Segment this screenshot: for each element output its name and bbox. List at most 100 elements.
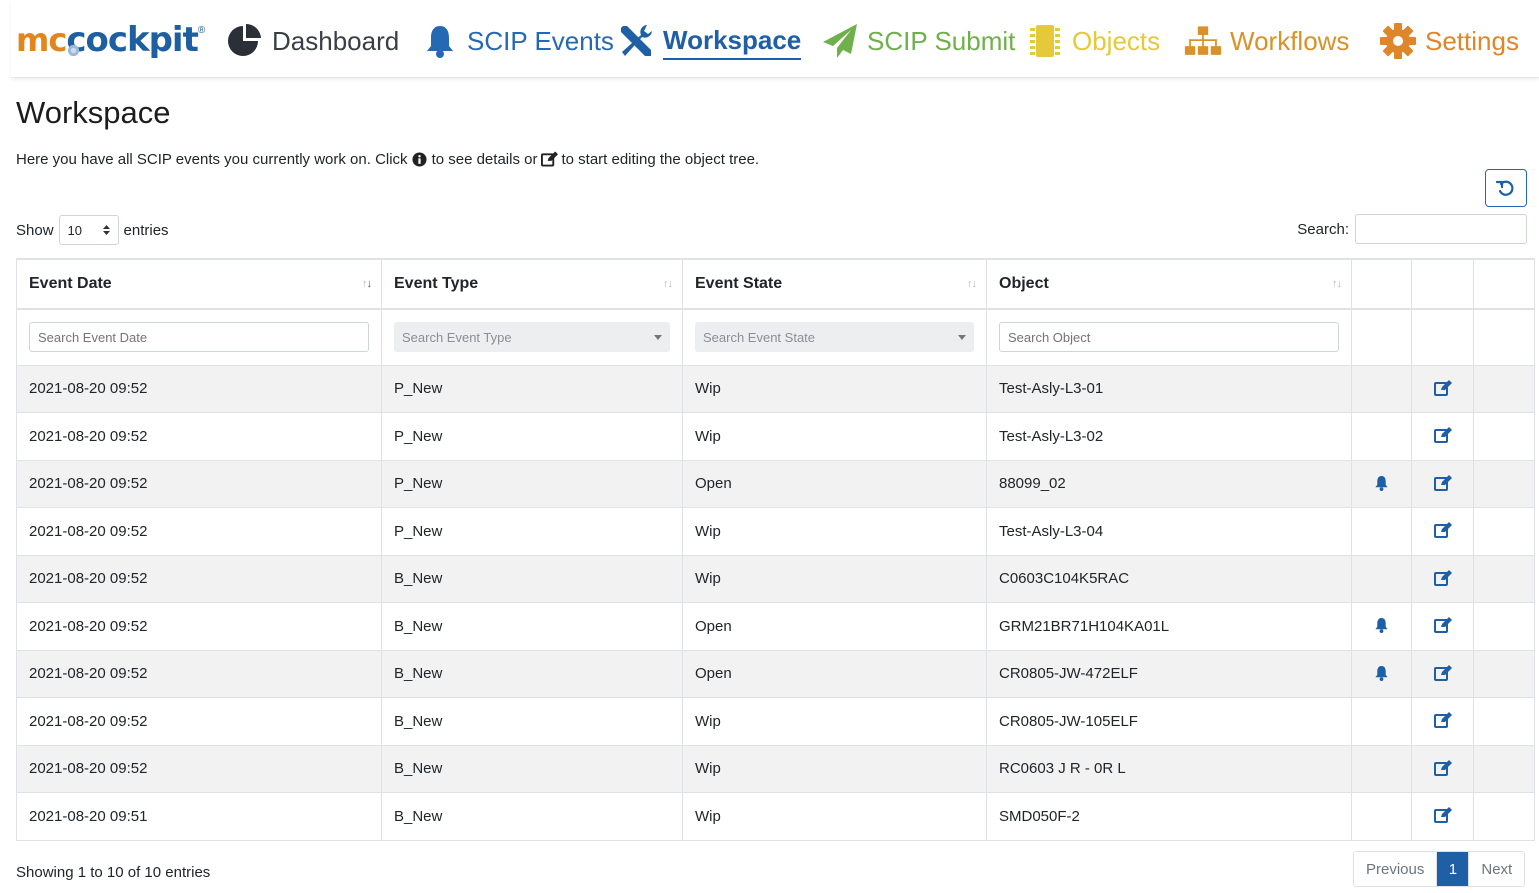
- cell-extra: [1473, 459, 1535, 508]
- nav-scip-submit[interactable]: SCIP Submit: [821, 18, 1015, 64]
- global-search: Search:: [1297, 214, 1527, 244]
- previous-page-button[interactable]: Previous: [1354, 852, 1437, 886]
- table-row[interactable]: 2021-08-20 09:52 P_New Wip Test-Asly-L3-01: [16, 364, 1535, 413]
- sitemap-icon: [1184, 22, 1222, 60]
- filter-event-state-select[interactable]: Search Event State: [695, 322, 974, 353]
- cell-event-type: P_New: [381, 507, 683, 556]
- cell-event-state: Wip: [682, 507, 987, 556]
- filter-cell-object: [986, 308, 1352, 366]
- table-row[interactable]: 2021-08-20 09:52 B_New Wip C0603C104K5RAC: [16, 554, 1535, 603]
- table-row[interactable]: 2021-08-20 09:52 P_New Open 88099_02: [16, 459, 1535, 508]
- table-row[interactable]: 2021-08-20 09:52 B_New Open GRM21BR71H104KA…: [16, 602, 1535, 651]
- nav-workflows[interactable]: Workflows: [1184, 18, 1349, 64]
- tools-icon: [617, 22, 655, 60]
- nav-dashboard[interactable]: Dashboard: [226, 18, 399, 64]
- column-header-object[interactable]: Object ↑↓: [986, 258, 1352, 310]
- nav-workspace-label: Workspace: [663, 23, 802, 60]
- cell-edit: [1411, 602, 1474, 651]
- dropdown-caret-icon: [654, 334, 662, 340]
- edit-icon[interactable]: [1433, 663, 1453, 683]
- filter-event-type-select[interactable]: Search Event Type: [394, 322, 670, 353]
- refresh-button[interactable]: [1485, 169, 1527, 207]
- cell-edit: [1411, 554, 1474, 603]
- bell-icon[interactable]: [1372, 663, 1392, 683]
- table-row[interactable]: 2021-08-20 09:52 P_New Wip Test-Asly-L3-04: [16, 507, 1535, 556]
- filter-cell-empty: [1473, 308, 1535, 366]
- edit-icon[interactable]: [1433, 473, 1453, 493]
- column-header-label: Event Type: [394, 275, 479, 292]
- nav-workspace[interactable]: Workspace: [617, 18, 802, 64]
- edit-icon[interactable]: [1433, 568, 1453, 588]
- filter-event-type-placeholder: Search Event Type: [402, 329, 512, 345]
- logo-mc-text: mc: [16, 21, 67, 59]
- pagination: Previous 1 Next: [1353, 851, 1526, 887]
- sort-icon: ↑↓: [967, 278, 977, 290]
- cell-extra: [1473, 649, 1535, 698]
- nav-dashboard-label: Dashboard: [272, 26, 400, 56]
- filter-cell-event-date: [16, 308, 382, 366]
- filter-event-date-input[interactable]: [29, 322, 369, 353]
- description-text-2: to see details or: [431, 150, 538, 168]
- column-header-event-state[interactable]: Event State ↑↓: [682, 258, 987, 310]
- mccockpit-logo[interactable]: mc cockpit ®: [16, 18, 205, 62]
- cell-extra: [1473, 697, 1535, 746]
- table-row[interactable]: 2021-08-20 09:52 B_New Wip RC0603 J R - 0R …: [16, 744, 1535, 793]
- column-header-label: Event Date: [29, 275, 112, 292]
- edit-icon[interactable]: [1433, 710, 1453, 730]
- cell-event-type: B_New: [381, 602, 683, 651]
- edit-icon[interactable]: [1433, 805, 1453, 825]
- column-header-edit: [1411, 258, 1474, 310]
- cell-notification: [1351, 364, 1412, 413]
- cell-extra: [1473, 507, 1535, 556]
- edit-icon[interactable]: [1433, 758, 1453, 778]
- cell-event-state: Wip: [682, 412, 987, 461]
- current-page-button[interactable]: 1: [1436, 852, 1469, 886]
- table-info: Showing 1 to 10 of 10 entries: [16, 864, 211, 881]
- cell-object: Test-Asly-L3-04: [986, 507, 1352, 556]
- search-input[interactable]: [1355, 214, 1527, 244]
- next-page-button[interactable]: Next: [1468, 852, 1525, 886]
- cell-event-type: B_New: [381, 744, 683, 793]
- cell-event-type: B_New: [381, 792, 683, 841]
- column-header-event-type[interactable]: Event Type ↑↓: [381, 258, 683, 310]
- filter-event-state-placeholder: Search Event State: [703, 329, 816, 345]
- cell-event-date: 2021-08-20 09:52: [16, 412, 382, 461]
- logo-globe-icon: [67, 44, 80, 57]
- sort-icon: ↑↓: [663, 278, 673, 290]
- nav-scip-events[interactable]: SCIP Events: [421, 18, 614, 64]
- column-header-event-date[interactable]: Event Date ↑↓: [16, 258, 382, 310]
- edit-icon[interactable]: [1433, 520, 1453, 540]
- table-row[interactable]: 2021-08-20 09:52 B_New Wip CR0805-JW-105ELF: [16, 697, 1535, 746]
- info-circle-icon: [411, 150, 429, 168]
- nav-settings[interactable]: Settings: [1379, 18, 1519, 64]
- sort-arrows-icon: [102, 225, 110, 235]
- cell-extra: [1473, 744, 1535, 793]
- filter-cell-empty: [1411, 308, 1474, 366]
- cell-event-type: B_New: [381, 649, 683, 698]
- edit-icon[interactable]: [1433, 615, 1453, 635]
- cell-notification: [1351, 744, 1412, 793]
- cell-edit: [1411, 364, 1474, 413]
- cell-event-date: 2021-08-20 09:52: [16, 554, 382, 603]
- cell-event-state: Wip: [682, 554, 987, 603]
- pie-chart-icon: [226, 22, 264, 60]
- edit-icon[interactable]: [1433, 425, 1453, 445]
- logo-cockpit-text: cockpit: [66, 20, 199, 60]
- bell-icon[interactable]: [1372, 615, 1392, 635]
- cell-object: Test-Asly-L3-01: [986, 364, 1352, 413]
- cell-event-state: Open: [682, 602, 987, 651]
- page-title: Workspace: [16, 95, 171, 130]
- table-row[interactable]: 2021-08-20 09:52 P_New Wip Test-Asly-L3-02: [16, 412, 1535, 461]
- table-row[interactable]: 2021-08-20 09:52 B_New Open CR0805-JW-472EL…: [16, 649, 1535, 698]
- show-label: Show: [16, 221, 54, 239]
- page-length-select[interactable]: 10: [58, 215, 119, 245]
- column-header-extra: [1473, 258, 1535, 310]
- cell-notification: [1351, 792, 1412, 841]
- table-row[interactable]: 2021-08-20 09:51 B_New Wip SMD050F-2: [16, 792, 1535, 841]
- nav-objects[interactable]: Objects: [1026, 18, 1160, 64]
- bell-icon[interactable]: [1372, 473, 1392, 493]
- paper-plane-icon: [821, 22, 859, 60]
- filter-object-input[interactable]: [999, 322, 1339, 353]
- edit-icon[interactable]: [1433, 378, 1453, 398]
- cell-event-date: 2021-08-20 09:52: [16, 459, 382, 508]
